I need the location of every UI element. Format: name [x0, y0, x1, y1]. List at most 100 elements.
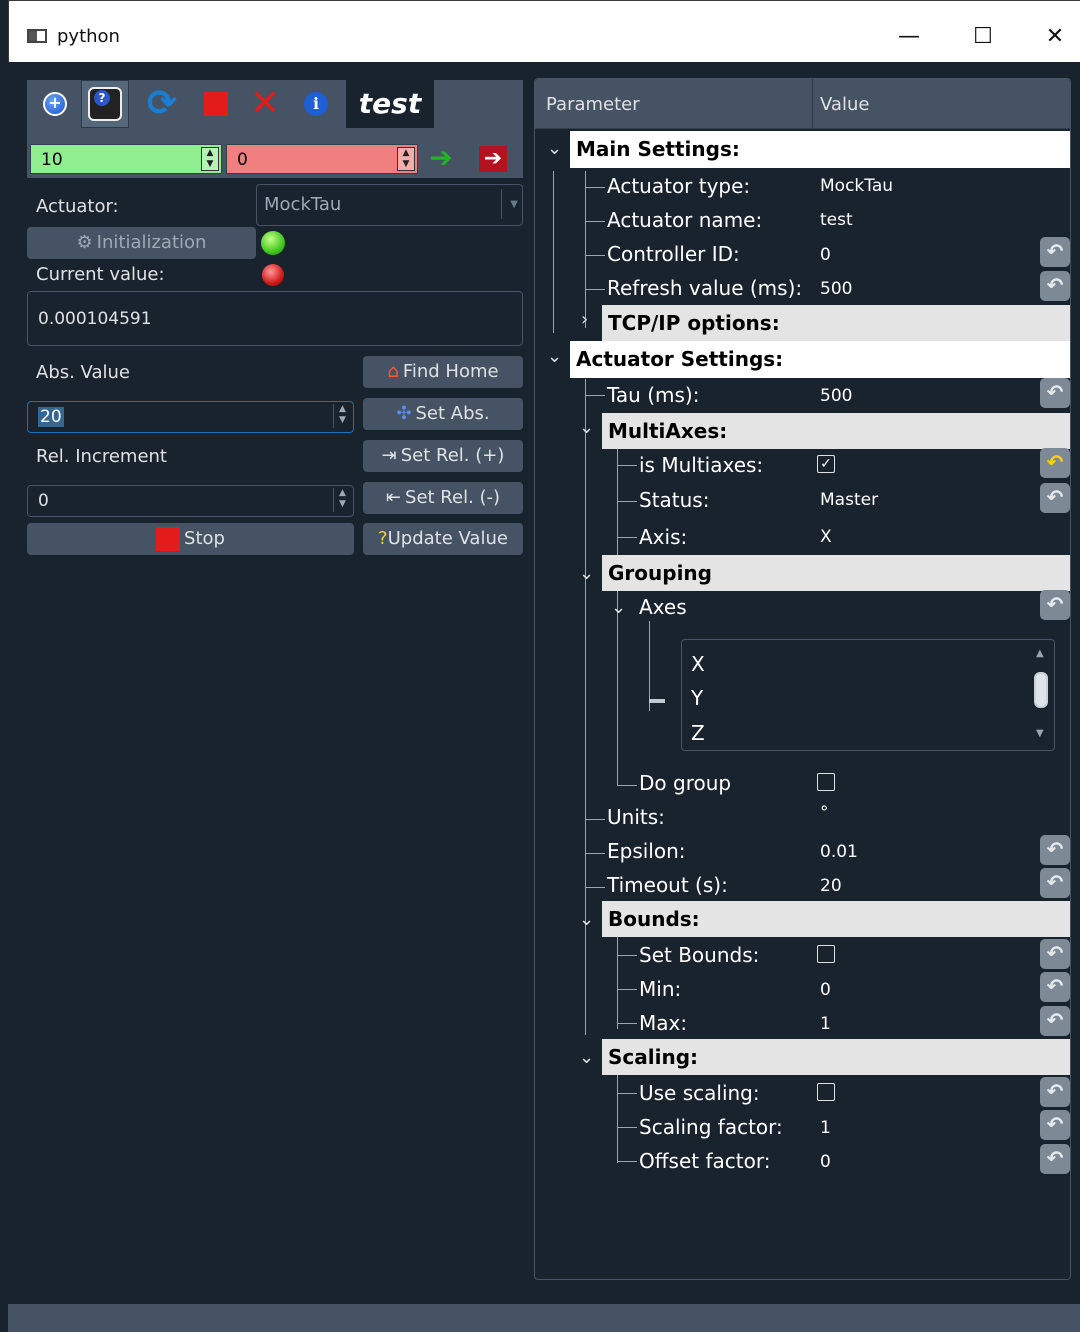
go-green-arrow-icon[interactable]: ➔	[425, 144, 457, 174]
value-timeout[interactable]: 20	[820, 876, 842, 896]
reset-default-icon[interactable]: ↶	[1040, 1110, 1070, 1140]
value-max[interactable]: 1	[820, 1014, 831, 1034]
update-value-button[interactable]: ?Update Value	[363, 523, 523, 555]
group-grouping[interactable]: Grouping	[602, 555, 1070, 591]
param-is-multiaxes: is Multiaxes:	[639, 453, 764, 477]
settings-toggle[interactable]	[81, 80, 129, 128]
axes-item-y[interactable]: Y	[691, 686, 703, 710]
reset-default-icon[interactable]: ↶	[1040, 1077, 1070, 1107]
tree-guide	[617, 955, 637, 956]
reset-default-icon[interactable]: ↶	[1040, 237, 1070, 267]
rel-increment-text: 0	[38, 491, 49, 511]
set-rel-minus-button[interactable]: ⇤ Set Rel. (-)	[363, 482, 523, 514]
reset-default-icon[interactable]: ↶	[1040, 1006, 1070, 1036]
range-low-spinbox[interactable]: 10 ▲ ▼	[30, 144, 222, 174]
chevron-right-icon[interactable]: ›	[581, 309, 588, 330]
reset-default-icon[interactable]: ↶	[1040, 972, 1070, 1002]
parameter-tree: Parameter Value ⌄ Main Settings: Actuato…	[534, 78, 1071, 1280]
value-axis[interactable]: X	[820, 527, 832, 547]
chevron-down-icon[interactable]: ⌄	[579, 417, 594, 438]
actuator-combo[interactable]: MockTau ▼	[256, 184, 523, 226]
chevron-down-icon[interactable]: ⌄	[547, 346, 562, 367]
range-high-spinbox[interactable]: 0 ▲ ▼	[226, 144, 418, 174]
reset-default-icon[interactable]: ↶	[1040, 835, 1070, 865]
tree-guide	[617, 785, 637, 786]
go-red-arrow-icon[interactable]: ➔	[479, 146, 507, 172]
reset-default-icon[interactable]: ↶	[1040, 590, 1070, 620]
set-abs-button[interactable]: ✣ Set Abs.	[363, 398, 523, 430]
group-main-settings[interactable]: Main Settings:	[570, 131, 1070, 168]
chevron-down-icon[interactable]: ⌄	[579, 1047, 594, 1068]
maximize-button[interactable]: ☐	[961, 15, 1005, 59]
group-scaling[interactable]: Scaling:	[602, 1039, 1070, 1075]
group-actuator-settings[interactable]: Actuator Settings:	[570, 341, 1070, 378]
header-value[interactable]: Value	[820, 94, 869, 115]
tree-guide	[585, 887, 605, 888]
value-status[interactable]: Master	[820, 490, 878, 510]
axes-item-z[interactable]: Z	[691, 721, 705, 745]
quit-button[interactable]: ✕	[245, 80, 285, 128]
value-refresh[interactable]: 500	[820, 279, 852, 299]
stop-button[interactable]: Stop	[27, 523, 354, 555]
find-home-button[interactable]: ⌂ Find Home	[363, 356, 523, 388]
current-value-display: 0.000104591	[27, 291, 523, 346]
value-epsilon[interactable]: 0.01	[820, 842, 858, 862]
reset-default-icon[interactable]: ↶	[1040, 939, 1070, 969]
value-actuator-name[interactable]: test	[820, 210, 853, 230]
group-bounds[interactable]: Bounds:	[602, 901, 1070, 937]
value-controller-id[interactable]: 0	[820, 245, 831, 265]
reset-default-icon[interactable]: ↶	[1040, 868, 1070, 898]
use-scaling-checkbox[interactable]	[817, 1083, 835, 1101]
param-offset-factor: Offset factor:	[639, 1149, 771, 1173]
group-tcpip-options[interactable]: TCP/IP options:	[602, 305, 1070, 341]
reset-default-icon[interactable]: ↶	[1040, 483, 1070, 513]
minimize-button[interactable]: —	[887, 15, 931, 59]
chevron-down-icon[interactable]: ⌄	[547, 138, 562, 159]
spin-arrows-icon[interactable]: ▲ ▼	[333, 404, 351, 428]
do-group-checkbox[interactable]	[817, 773, 835, 791]
tree-guide	[649, 699, 665, 703]
reset-default-icon[interactable]: ↶	[1040, 448, 1070, 478]
abs-value-input[interactable]: 20 ▲ ▼	[27, 401, 354, 433]
actuator-name-label: test	[346, 80, 434, 128]
scroll-up-icon[interactable]: ▲	[1036, 648, 1044, 659]
axes-listbox[interactable]: X Y Z ▲ ▼	[681, 639, 1055, 751]
spin-arrows-icon[interactable]: ▲ ▼	[397, 147, 415, 171]
close-button[interactable]: ✕	[1033, 15, 1077, 59]
spin-arrows-icon[interactable]: ▲ ▼	[333, 488, 351, 512]
status-bar	[8, 1304, 1080, 1332]
header-parameter[interactable]: Parameter	[546, 94, 640, 115]
refresh-icon: ⟳	[146, 83, 178, 124]
spin-arrows-icon[interactable]: ▲ ▼	[201, 147, 219, 171]
refresh-button[interactable]: ⟳	[141, 80, 183, 128]
chevron-down-icon[interactable]: ⌄	[579, 909, 594, 930]
param-status: Status:	[639, 488, 710, 512]
stop-toolbar-button[interactable]	[195, 80, 237, 128]
param-timeout: Timeout (s):	[607, 873, 728, 897]
scroll-down-icon[interactable]: ▼	[1036, 728, 1044, 739]
reset-default-icon[interactable]: ↶	[1040, 271, 1070, 301]
group-multiaxes[interactable]: MultiAxes:	[602, 413, 1070, 449]
value-scaling-factor[interactable]: 1	[820, 1118, 831, 1138]
set-rel-plus-button[interactable]: ⇥ Set Rel. (+)	[363, 440, 523, 472]
axes-scrollbar[interactable]: ▲ ▼	[1034, 648, 1048, 740]
reset-default-icon[interactable]: ↶	[1040, 378, 1070, 408]
initialization-button[interactable]: ⚙ Initialization	[27, 227, 256, 259]
value-tau[interactable]: 500	[820, 386, 852, 406]
chevron-down-icon[interactable]: ⌄	[579, 563, 594, 584]
info-button[interactable]: i	[295, 80, 337, 128]
axes-item-x[interactable]: X	[691, 652, 705, 676]
add-button[interactable]: +	[37, 80, 73, 128]
value-offset-factor[interactable]: 0	[820, 1152, 831, 1172]
set-bounds-checkbox[interactable]	[817, 945, 835, 963]
chevron-down-icon[interactable]: ⌄	[611, 597, 626, 618]
value-units[interactable]: °	[820, 803, 829, 823]
scrollbar-handle[interactable]	[1034, 672, 1048, 708]
rel-increment-input[interactable]: 0 ▲ ▼	[27, 485, 354, 517]
reset-default-icon[interactable]: ↶	[1040, 1144, 1070, 1174]
is-multiaxes-checkbox[interactable]: ✓	[817, 455, 835, 473]
param-set-bounds: Set Bounds:	[639, 943, 760, 967]
set-rel-plus-label: Set Rel. (+)	[400, 445, 505, 466]
param-max: Max:	[639, 1011, 688, 1035]
value-min[interactable]: 0	[820, 980, 831, 1000]
